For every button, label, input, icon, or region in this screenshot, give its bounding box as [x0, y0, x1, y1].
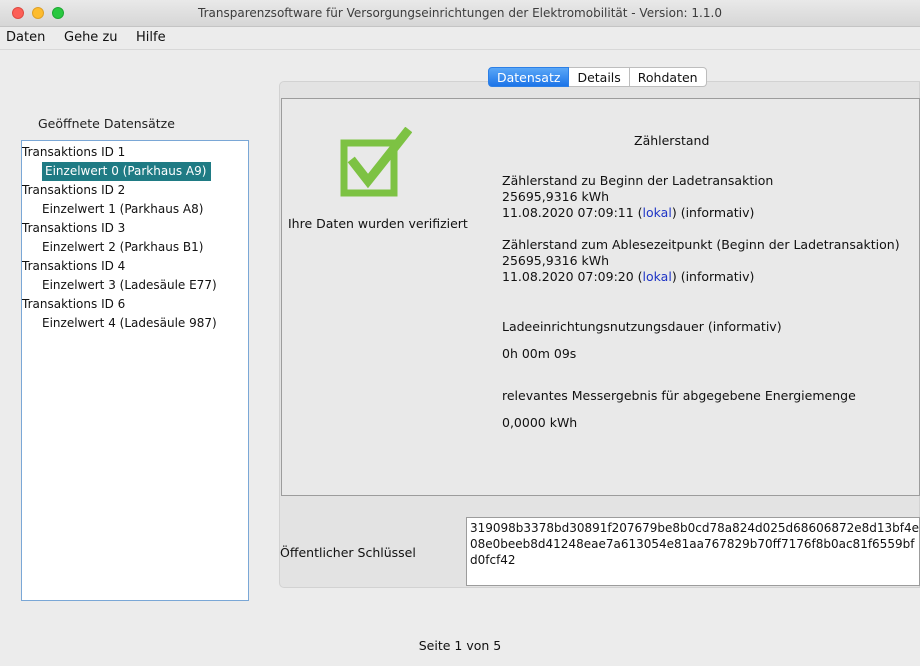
start-timestamp: 11.08.2020 07:09:11: [502, 205, 634, 220]
public-key-field[interactable]: 319098b3378bd30891f207679be8b0cd78a824d0…: [466, 517, 920, 586]
current-reading-timestamp: 11.08.2020 07:09:20 (lokal) (informativ): [502, 269, 755, 284]
tab-datensatz[interactable]: Datensatz: [488, 67, 570, 87]
current-reading-label: Zählerstand zum Ablesezeitpunkt (Beginn …: [502, 237, 900, 252]
result-label: relevantes Messergebnis für abgegebene E…: [502, 388, 856, 403]
meter-heading: Zählerstand: [634, 133, 710, 148]
tab-rohdaten[interactable]: Rohdaten: [629, 67, 707, 87]
menu-hilfe[interactable]: Hilfe: [136, 30, 166, 45]
tree-item-transaction-6[interactable]: Transaktions ID 6: [22, 295, 125, 314]
start-reading-label: Zählerstand zu Beginn der Ladetransaktio…: [502, 173, 774, 188]
start-note: (informativ): [680, 205, 755, 220]
verification-status: Ihre Daten wurden verifiziert: [288, 216, 468, 231]
start-reading-timestamp: 11.08.2020 07:09:11 (lokal) (informativ): [502, 205, 755, 220]
reading-note: (informativ): [680, 269, 755, 284]
opened-datasets-title: Geöffnete Datensätze: [38, 116, 175, 131]
tree-item-transaction-3[interactable]: Transaktions ID 3: [22, 219, 125, 238]
result-value: 0,0000 kWh: [502, 415, 578, 430]
page-indicator: Seite 1 von 5: [418, 638, 502, 653]
tree-item-transaction-2[interactable]: Transaktions ID 2: [22, 181, 125, 200]
tree-item-value-4[interactable]: Einzelwert 4 (Ladesäule 987): [42, 314, 217, 333]
duration-value: 0h 00m 09s: [502, 346, 577, 361]
reading-timestamp: 11.08.2020 07:09:20: [502, 269, 634, 284]
current-reading-value: 25695,9316 kWh: [502, 253, 610, 268]
reading-lokal-link[interactable]: lokal: [643, 269, 672, 284]
tree-item-value-0[interactable]: Einzelwert 0 (Parkhaus A9): [42, 162, 212, 181]
tree-item-value-2[interactable]: Einzelwert 2 (Parkhaus B1): [42, 238, 203, 257]
public-key-label: Öffentlicher Schlüssel: [280, 545, 416, 560]
menu-bar: Daten Gehe zu Hilfe: [0, 27, 920, 50]
tree-item-transaction-1[interactable]: Transaktions ID 1: [22, 143, 125, 162]
window-title: Transparenzsoftware für Versorgungseinri…: [198, 6, 722, 20]
duration-label: Ladeeinrichtungsnutzungsdauer (informati…: [502, 319, 782, 334]
menu-gehe-zu[interactable]: Gehe zu: [64, 30, 118, 45]
tree-item-value-1[interactable]: Einzelwert 1 (Parkhaus A8): [42, 200, 203, 219]
tree-item-transaction-4[interactable]: Transaktions ID 4: [22, 257, 125, 276]
menu-daten[interactable]: Daten: [6, 30, 45, 45]
tab-details[interactable]: Details: [569, 67, 630, 87]
tree-item-value-3[interactable]: Einzelwert 3 (Ladesäule E77): [42, 276, 217, 295]
tab-bar: Datensatz Details Rohdaten: [488, 67, 707, 87]
start-reading-value: 25695,9316 kWh: [502, 189, 610, 204]
start-lokal-link[interactable]: lokal: [643, 205, 672, 220]
dataset-tree[interactable]: Transaktions ID 1 Einzelwert 0 (Parkhaus…: [21, 140, 249, 601]
title-bar: Transparenzsoftware für Versorgungseinri…: [0, 0, 920, 27]
check-icon: [340, 126, 413, 199]
